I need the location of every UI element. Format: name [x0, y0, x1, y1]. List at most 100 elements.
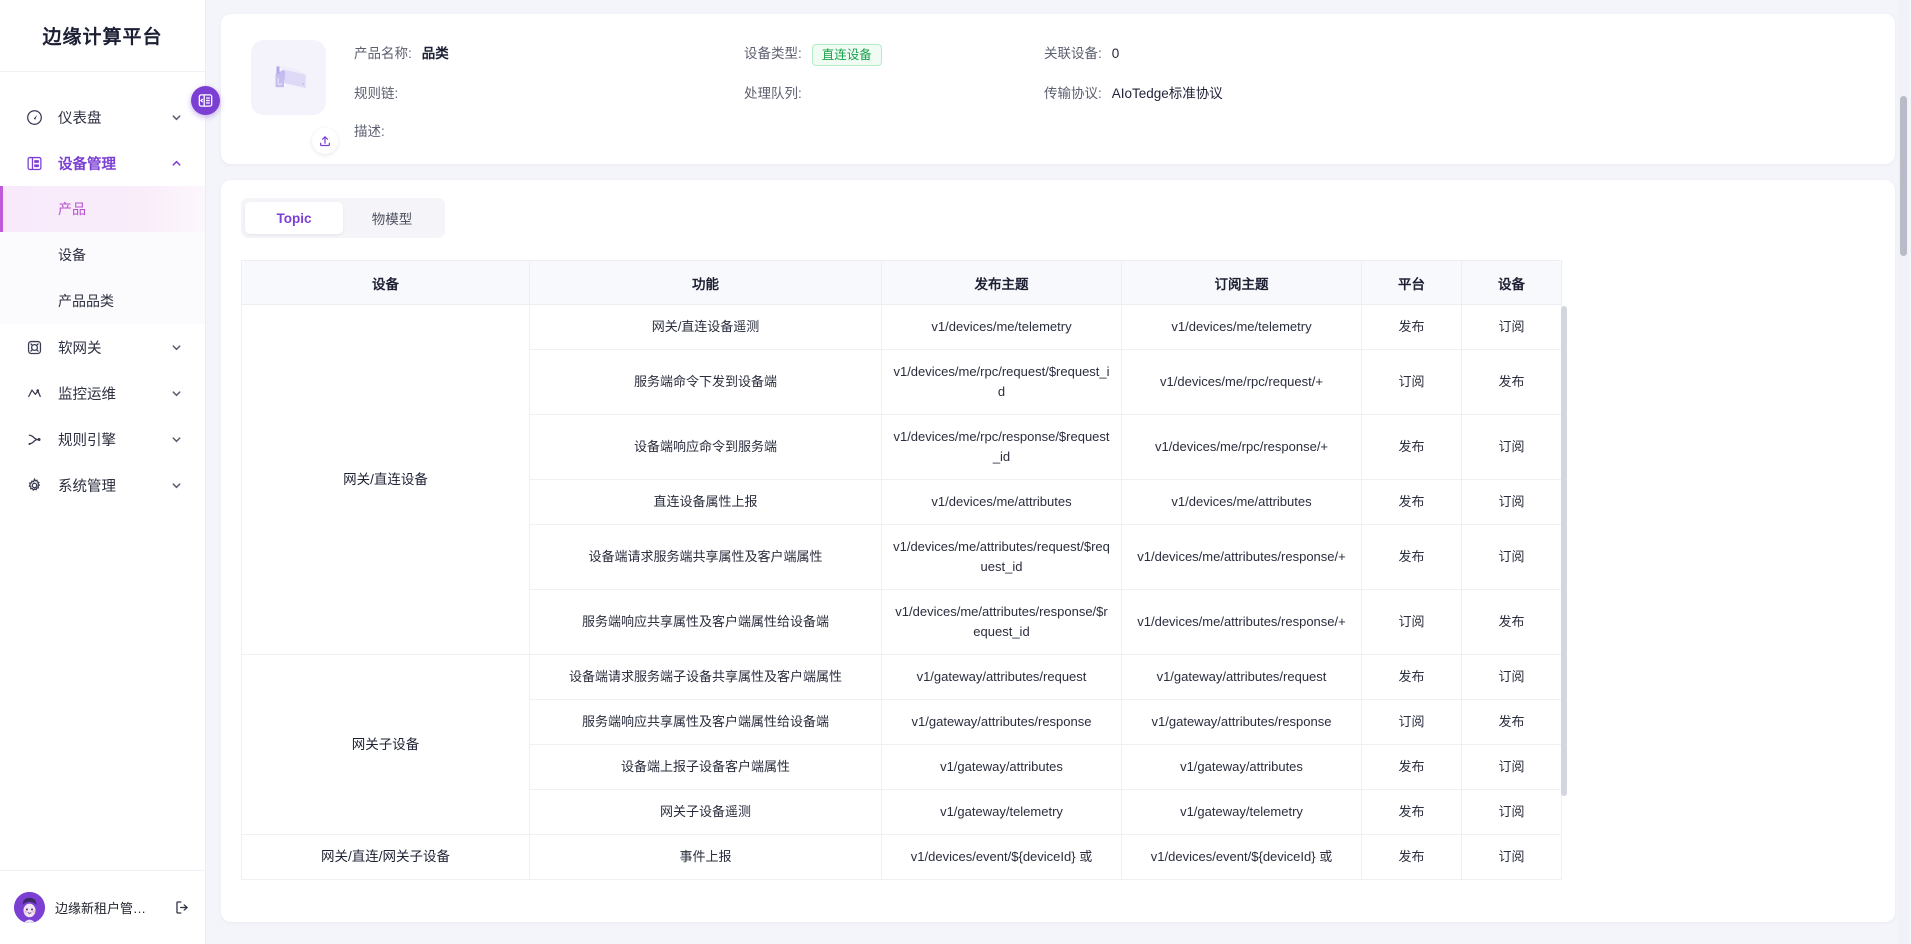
cell-platform: 发布 — [1362, 480, 1462, 525]
sidebar-item-device-management[interactable]: 设备管理 — [0, 140, 205, 186]
cell-subscribe-topic: v1/devices/me/attributes/response/+ — [1122, 525, 1362, 590]
sidebar-item-label: 系统管理 — [48, 475, 169, 496]
topic-table-scroll[interactable]: 设备 功能 发布主题 订阅主题 平台 设备 网关/直连设备网关/直连设备遥测v1… — [241, 260, 1561, 880]
cell-device: 订阅 — [1462, 745, 1562, 790]
cell-publish-topic: v1/devices/me/attributes — [882, 480, 1122, 525]
table-body: 网关/直连设备网关/直连设备遥测v1/devices/me/telemetryv… — [242, 305, 1562, 880]
device-management-submenu: 产品 设备 产品品类 — [0, 186, 205, 324]
sidebar-item-rule-engine[interactable]: 规则引擎 — [0, 416, 205, 462]
field-processing-queue: 处理队列: — [744, 84, 1044, 104]
cell-subscribe-topic: v1/devices/me/rpc/response/+ — [1122, 415, 1362, 480]
sidebar-item-product-categories[interactable]: 产品品类 — [0, 278, 205, 324]
cell-device: 订阅 — [1462, 480, 1562, 525]
factory-product-icon — [251, 40, 326, 115]
cell-subscribe-topic: v1/devices/me/attributes/response/+ — [1122, 590, 1362, 655]
cell-device: 订阅 — [1462, 790, 1562, 835]
page-scrollbar[interactable] — [1898, 0, 1909, 944]
sidebar: 边缘计算平台 仪表盘 — [0, 0, 205, 944]
cell-function: 设备端上报子设备客户端属性 — [530, 745, 882, 790]
tab-bar: Topic 物模型 — [241, 198, 445, 238]
sidebar-item-system-management[interactable]: 系统管理 — [0, 462, 205, 508]
cell-subscribe-topic: v1/gateway/telemetry — [1122, 790, 1362, 835]
cell-subscribe-topic: v1/gateway/attributes — [1122, 745, 1362, 790]
cell-platform: 发布 — [1362, 790, 1462, 835]
tab-label: Topic — [277, 211, 312, 226]
field-label: 传输协议: — [1044, 84, 1102, 104]
cell-publish-topic: v1/gateway/attributes — [882, 745, 1122, 790]
col-header-device: 设备 — [1462, 261, 1562, 305]
product-info-grid: 产品名称: 品类 设备类型: 直连设备 关联设备: 0 规则链: 处理队列: — [354, 40, 1865, 142]
table-vertical-scrollbar[interactable] — [1561, 306, 1567, 796]
field-label: 处理队列: — [744, 84, 802, 104]
cell-function: 服务端响应共享属性及客户端属性给设备端 — [530, 700, 882, 745]
tab-label: 物模型 — [372, 208, 413, 228]
cell-function: 服务端命令下发到设备端 — [530, 350, 882, 415]
cell-function: 设备端请求服务端子设备共享属性及客户端属性 — [530, 655, 882, 700]
cell-publish-topic: v1/devices/event/${deviceId} 或 — [882, 835, 1122, 880]
cell-platform: 订阅 — [1362, 590, 1462, 655]
field-label: 关联设备: — [1044, 44, 1102, 64]
cell-function: 设备端响应命令到服务端 — [530, 415, 882, 480]
sidebar-item-dashboard[interactable]: 仪表盘 — [0, 94, 205, 140]
cell-subscribe-topic: v1/devices/me/rpc/request/+ — [1122, 350, 1362, 415]
field-device-type: 设备类型: 直连设备 — [744, 44, 1044, 66]
cell-subscribe-topic: v1/devices/me/telemetry — [1122, 305, 1362, 350]
cell-publish-topic: v1/devices/me/rpc/request/$request_id — [882, 350, 1122, 415]
cell-device: 订阅 — [1462, 305, 1562, 350]
tab-thing-model[interactable]: 物模型 — [343, 202, 441, 234]
field-product-name: 产品名称: 品类 — [354, 44, 744, 66]
status-badge: 直连设备 — [812, 44, 882, 66]
user-bar: 边缘新租户管… — [0, 870, 205, 944]
page-scrollbar-thumb[interactable] — [1900, 96, 1907, 256]
sidebar-item-label: 设备管理 — [48, 153, 169, 174]
sidebar-subitem-label: 设备 — [58, 245, 86, 265]
sidebar-item-label: 监控运维 — [48, 383, 169, 404]
monitor-icon — [26, 385, 48, 402]
field-linked-device: 关联设备: 0 — [1044, 44, 1865, 66]
cell-publish-topic: v1/gateway/telemetry — [882, 790, 1122, 835]
field-label: 产品名称: — [354, 44, 412, 64]
cell-platform: 发布 — [1362, 305, 1462, 350]
col-header-subscribe-topic: 订阅主题 — [1122, 261, 1362, 305]
cell-device-group: 网关/直连/网关子设备 — [242, 835, 530, 880]
chevron-down-icon — [169, 434, 183, 445]
field-label: 设备类型: — [744, 44, 802, 64]
tab-topic[interactable]: Topic — [245, 202, 343, 234]
product-thumbnail-wrap — [251, 40, 326, 142]
cell-function: 网关/直连设备遥测 — [530, 305, 882, 350]
sidebar-item-label: 软网关 — [48, 337, 169, 358]
sidebar-subitem-label: 产品品类 — [58, 291, 114, 311]
cell-publish-topic: v1/devices/me/telemetry — [882, 305, 1122, 350]
sidebar-item-devices[interactable]: 设备 — [0, 232, 205, 278]
user-avatar[interactable] — [14, 892, 45, 923]
cell-function: 直连设备属性上报 — [530, 480, 882, 525]
cell-platform: 发布 — [1362, 745, 1462, 790]
cell-device: 订阅 — [1462, 415, 1562, 480]
sidebar-item-soft-gateway[interactable]: 软网关 — [0, 324, 205, 370]
settings-gear-icon — [26, 477, 48, 494]
cell-device: 发布 — [1462, 590, 1562, 655]
cell-function: 网关子设备遥测 — [530, 790, 882, 835]
upload-icon[interactable] — [312, 128, 338, 154]
user-name: 边缘新租户管… — [55, 898, 164, 917]
field-value: AIoTedge标准协议 — [1102, 84, 1223, 104]
sidebar-item-monitoring[interactable]: 监控运维 — [0, 370, 205, 416]
table-row: 网关/直连设备网关/直连设备遥测v1/devices/me/telemetryv… — [242, 305, 1562, 350]
cell-publish-topic: v1/devices/me/rpc/response/$request_id — [882, 415, 1122, 480]
collapse-panel-icon[interactable] — [191, 86, 220, 115]
cell-device-group: 网关/直连设备 — [242, 305, 530, 655]
col-header-device-group: 设备 — [242, 261, 530, 305]
field-label: 描述: — [354, 122, 385, 142]
col-header-publish-topic: 发布主题 — [882, 261, 1122, 305]
cell-subscribe-topic: v1/devices/event/${deviceId} 或 — [1122, 835, 1362, 880]
field-value: 品类 — [412, 44, 449, 64]
gateway-icon — [26, 339, 48, 356]
sidebar-subitem-label: 产品 — [58, 199, 86, 219]
cell-subscribe-topic: v1/gateway/attributes/response — [1122, 700, 1362, 745]
sidebar-item-products[interactable]: 产品 — [0, 186, 205, 232]
field-description: 描述: — [354, 122, 744, 142]
logout-icon[interactable] — [174, 899, 191, 916]
cell-subscribe-topic: v1/devices/me/attributes — [1122, 480, 1362, 525]
chevron-down-icon — [169, 388, 183, 399]
cell-device-group: 网关子设备 — [242, 655, 530, 835]
